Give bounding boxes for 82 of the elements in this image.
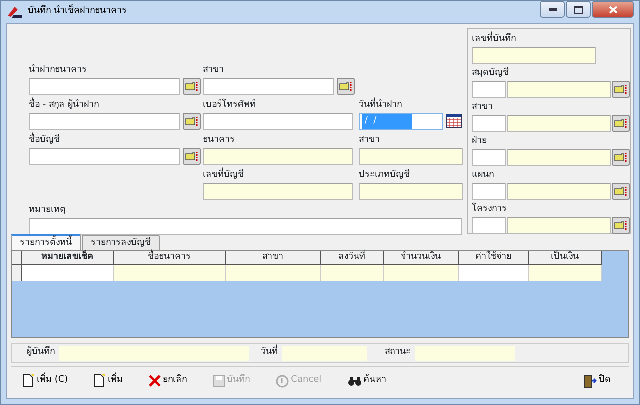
maximize-button[interactable]: [566, 1, 591, 18]
input-field[interactable]: [29, 78, 180, 94]
column-header: จำนวนเงิน: [384, 251, 459, 265]
name-field[interactable]: [507, 182, 611, 200]
name-field[interactable]: [507, 216, 611, 234]
code-field[interactable]: [472, 114, 506, 132]
code-field[interactable]: [472, 148, 506, 166]
calendar-icon: [446, 114, 462, 128]
name-field[interactable]: [507, 114, 611, 132]
field-label: ชื่อบัญชี: [29, 134, 60, 147]
input-field[interactable]: [203, 112, 353, 130]
lookup-button[interactable]: [612, 182, 630, 200]
field-label: เบอร์โทรศัพท์: [203, 99, 256, 112]
toolbar-button[interactable]: เพิ่ม (C): [21, 374, 70, 388]
lookup-button[interactable]: [612, 148, 630, 166]
tab[interactable]: รายการตั้งหนี้: [11, 234, 81, 250]
app-icon: [6, 5, 24, 19]
minimize-icon: [548, 8, 556, 11]
toolbar-button[interactable]: ยกเลิก: [147, 374, 190, 388]
column-header: ลงวันที่: [321, 251, 384, 265]
field-label: วันที่นำฝาก: [359, 99, 402, 112]
lookup-button[interactable]: [183, 148, 201, 164]
toolbar-button[interactable]: ค้นหา: [346, 374, 389, 388]
row-header-corner: [12, 251, 22, 265]
field-label: ผู้บันทึก: [27, 346, 55, 360]
column-header: ชื่อธนาคาร: [114, 251, 226, 265]
field-label: สมุดบัญชี: [472, 67, 509, 80]
code-field[interactable]: [472, 216, 506, 234]
new-page-icon: [94, 374, 106, 388]
field-label: แผนก: [472, 169, 494, 182]
field-label: หมายเหตุ: [29, 204, 66, 217]
maximize-icon: [574, 6, 583, 14]
input-field[interactable]: [203, 182, 353, 200]
tab[interactable]: รายการลงบัญชี: [82, 235, 160, 250]
input-field[interactable]: [29, 148, 180, 164]
close-icon: [608, 6, 618, 14]
binoculars-icon: [348, 376, 362, 386]
date-value: / /: [362, 114, 412, 128]
field-label: นำฝากธนาคาร: [29, 64, 87, 77]
input-field[interactable]: [29, 112, 180, 130]
window-title: บันทึก นำเช็คฝากธนาคาร: [28, 5, 127, 18]
exit-door-icon: [584, 374, 597, 388]
field-label: ธนาคาร: [203, 134, 235, 147]
name-field[interactable]: [507, 148, 611, 166]
lookup-button[interactable]: [337, 78, 355, 94]
field-label: ชื่อ - สกุล ผู้นำฝาก: [29, 99, 99, 112]
column-header: หมายเลขเช็ค: [22, 251, 114, 265]
field-label: สาขา: [359, 134, 380, 147]
cross-icon: [149, 375, 162, 387]
lookup-button[interactable]: [183, 78, 201, 94]
field-label: เลขที่บัญชี: [203, 169, 244, 182]
close-button[interactable]: [592, 1, 634, 18]
field-label: สาขา: [203, 64, 224, 77]
column-header: สาขา: [226, 251, 321, 265]
field-label: โครงการ: [472, 203, 507, 216]
lookup-button[interactable]: [183, 112, 201, 130]
input-field[interactable]: [203, 78, 334, 94]
input-field[interactable]: [472, 46, 596, 64]
input-field[interactable]: [203, 148, 353, 164]
field-label: สถานะ: [385, 346, 411, 360]
field-label: เลขที่บันทึก: [472, 33, 516, 46]
field-label: สาขา: [472, 101, 493, 114]
minimize-button[interactable]: [540, 1, 565, 18]
column-header: เป็นเงิน: [529, 251, 602, 265]
field-label: ฝ่าย: [472, 135, 487, 148]
toolbar-button[interactable]: เพิ่ม: [92, 374, 126, 388]
row-header: [12, 265, 22, 281]
input-field[interactable]: [359, 148, 463, 164]
calendar-button[interactable]: [446, 114, 462, 128]
lookup-button[interactable]: [612, 114, 630, 132]
name-field[interactable]: [507, 80, 611, 98]
code-field[interactable]: [472, 80, 506, 98]
field-label: วันที่: [261, 346, 278, 360]
toolbar-button[interactable]: ปิด: [582, 374, 613, 388]
code-field[interactable]: [472, 182, 506, 200]
lookup-button[interactable]: [612, 216, 630, 234]
field-label: ประเภทบัญชี: [359, 169, 410, 182]
input-field[interactable]: [29, 218, 462, 234]
column-header: ค่าใช้จ่าย: [459, 251, 529, 265]
new-page-icon: [23, 374, 35, 388]
input-field[interactable]: [359, 182, 463, 200]
lookup-button[interactable]: [612, 80, 630, 98]
